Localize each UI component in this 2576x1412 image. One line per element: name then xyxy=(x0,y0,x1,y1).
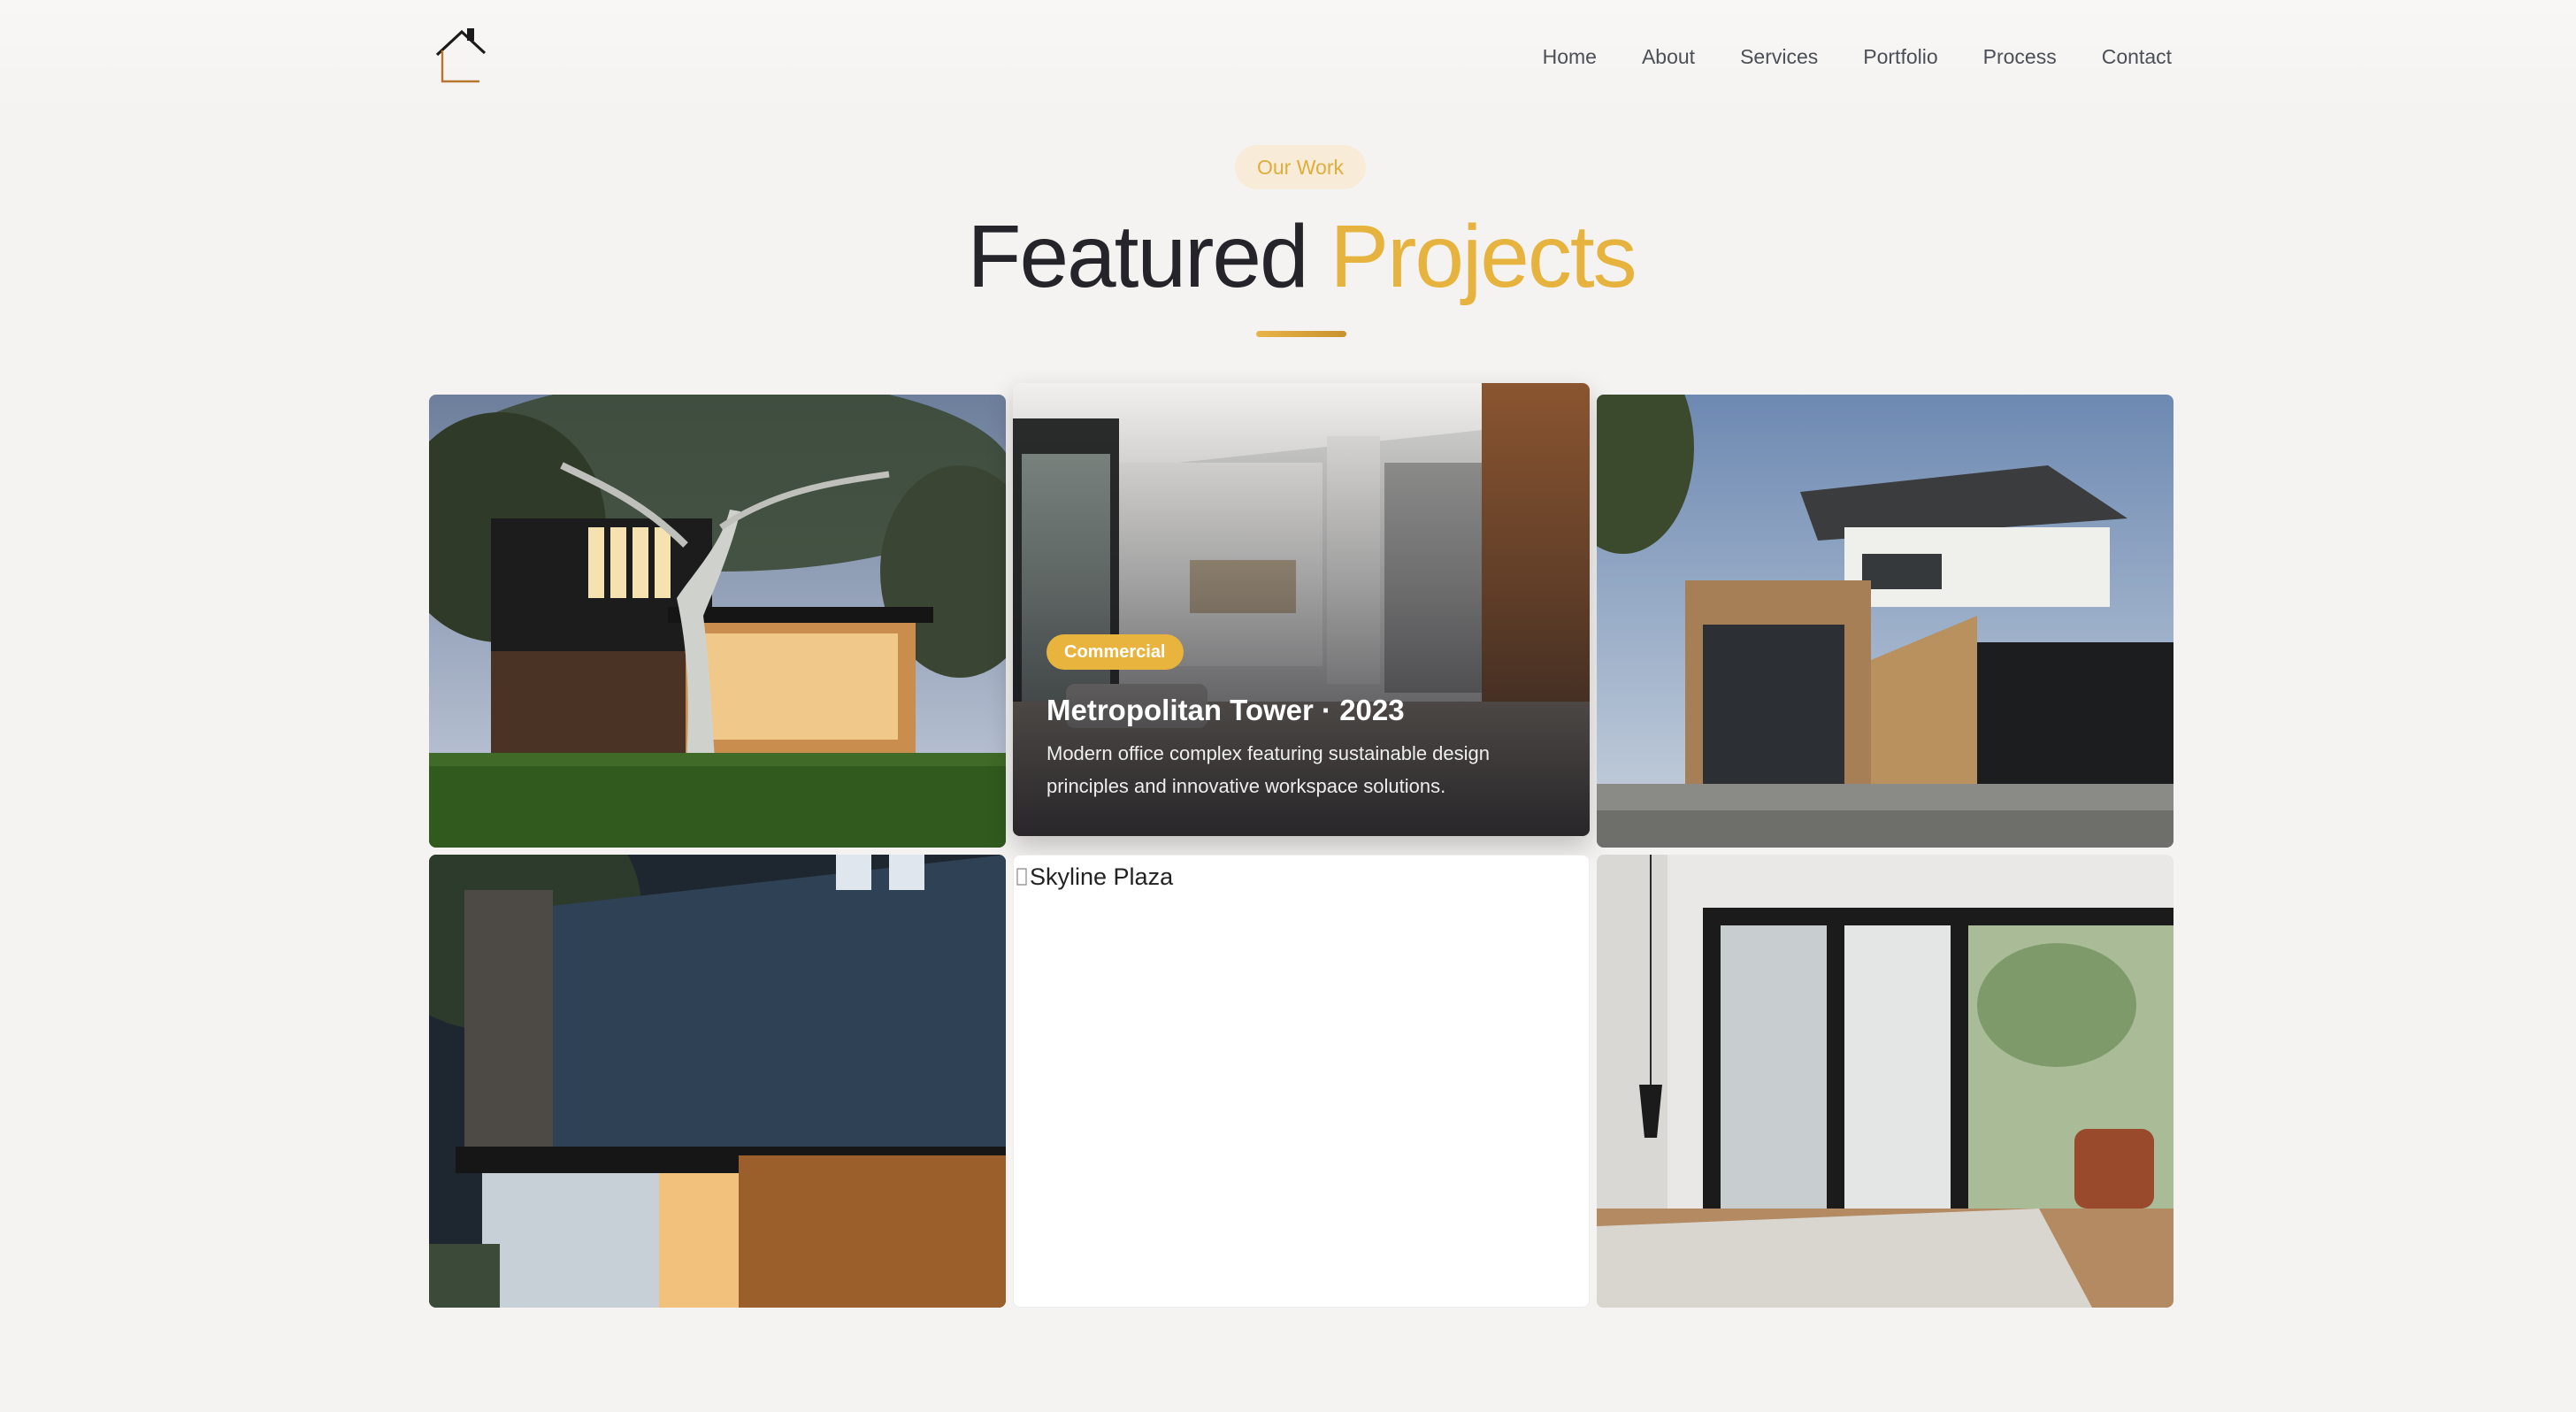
nav-about[interactable]: About xyxy=(1642,41,1695,73)
section-eyebrow: Our Work xyxy=(1235,145,1366,189)
title-underline xyxy=(1256,331,1346,337)
nav-contact[interactable]: Contact xyxy=(2102,41,2172,73)
section-title: Featured Projects xyxy=(0,203,2576,310)
page: Home About Services Portfolio Process Co… xyxy=(0,0,2576,1412)
nav-home[interactable]: Home xyxy=(1543,41,1597,73)
project-image-3 xyxy=(1597,395,2174,848)
project-card-1[interactable] xyxy=(429,395,1006,848)
nav-process[interactable]: Process xyxy=(1983,41,2057,73)
nav-services[interactable]: Services xyxy=(1740,41,1818,73)
main-nav: Home About Services Portfolio Process Co… xyxy=(1543,41,2172,73)
project-image-1 xyxy=(429,395,1006,848)
project-image-4 xyxy=(429,855,1006,1308)
broken-image: Skyline Plaza xyxy=(1014,856,1173,894)
project-card-4[interactable] xyxy=(429,855,1006,1308)
project-card-metropolitan-tower[interactable]: Commercial Metropolitan Tower · 2023 Mod… xyxy=(1013,383,1590,836)
title-accent: Projects xyxy=(1330,207,1637,306)
title-main: Featured xyxy=(967,207,1308,306)
nav-portfolio[interactable]: Portfolio xyxy=(1863,41,1937,73)
project-title: Metropolitan Tower · 2023 xyxy=(1046,694,1405,726)
project-card-6[interactable] xyxy=(1597,855,2174,1308)
project-card-3[interactable] xyxy=(1597,395,2174,848)
category-badge: Commercial xyxy=(1046,634,1184,670)
broken-image-icon xyxy=(1016,868,1027,886)
project-image-6 xyxy=(1597,855,2174,1308)
house-icon[interactable] xyxy=(433,27,490,85)
project-description: Modern office complex featuring sustaina… xyxy=(1046,742,1491,797)
site-header: Home About Services Portfolio Process Co… xyxy=(0,0,2576,115)
project-card-skyline-plaza[interactable]: Skyline Plaza xyxy=(1013,855,1590,1308)
broken-image-alt: Skyline Plaza xyxy=(1030,863,1174,890)
